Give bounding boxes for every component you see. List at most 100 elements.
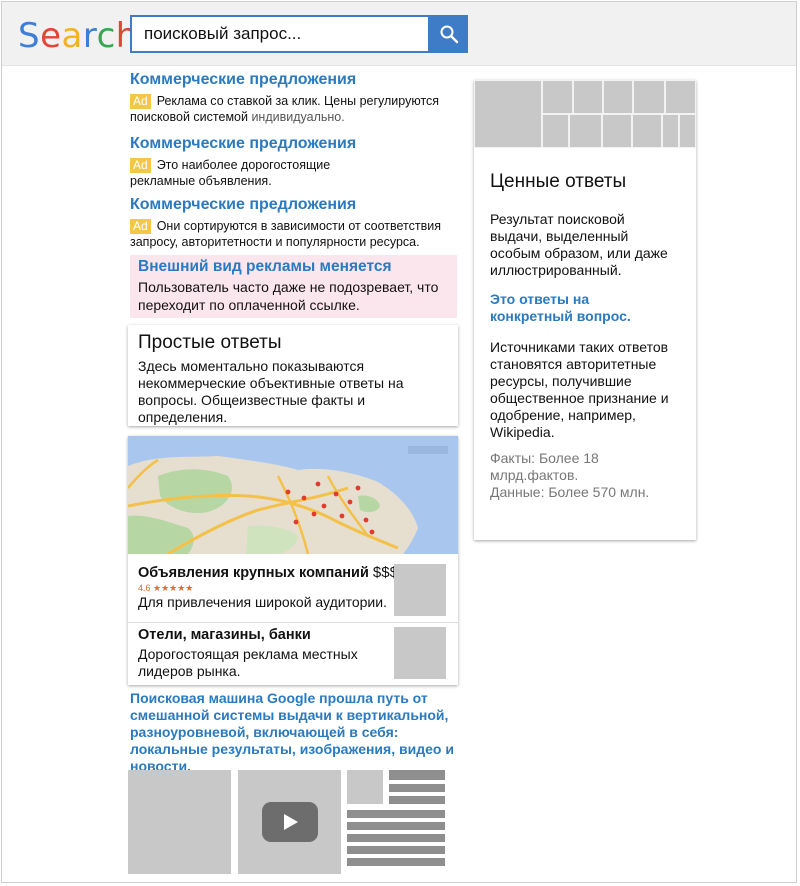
divider — [128, 622, 458, 623]
panel-image-tile — [474, 80, 542, 148]
vertical-results-caption: Поисковая машина Google прошла путь от с… — [130, 690, 460, 775]
panel-image-tile — [602, 114, 632, 148]
panel-line: Результат поисковой — [490, 211, 625, 227]
panel-line: общественное признание и — [490, 390, 669, 406]
panel-highlight: Это ответы на конкретный вопрос. — [490, 291, 690, 325]
panel-image-tile — [542, 80, 573, 114]
panel-line: особым образом, или даже — [490, 245, 668, 261]
panel-line: ресурсы, получившие — [490, 373, 632, 389]
ad-result: Коммерческие предложения Ad Это наиболее … — [130, 134, 460, 189]
news-line — [347, 858, 445, 866]
caption-line: Поисковая машина Google прошла путь от — [130, 690, 428, 706]
ad-badge: Ad — [130, 94, 151, 109]
panel-line: становятся авторитетные — [490, 356, 657, 372]
business-name: Объявления крупных компаний — [138, 565, 369, 581]
news-line — [347, 834, 445, 842]
panel-line: конкретный вопрос. — [490, 308, 631, 324]
local-results-card: Объявления крупных компаний $$$ 4.6 ★★★★… — [128, 436, 458, 685]
search-header: Search поисковый запрос... — [2, 2, 796, 66]
panel-image-tile — [542, 114, 569, 148]
panel-line: Wikipedia. — [490, 424, 555, 440]
ad-text: индивидуально. — [247, 110, 345, 124]
card-title: Простые ответы — [138, 332, 282, 353]
knowledge-panel: Ценные ответы Результат поисковой выдачи… — [474, 80, 696, 540]
panel-image-tile — [569, 114, 602, 148]
search-button[interactable] — [430, 15, 468, 53]
search-input[interactable]: поисковый запрос... — [130, 15, 430, 53]
panel-line: Источниками таких ответов — [490, 339, 669, 355]
ad-description: Ad Это наиболее дорогостоящие рекламные о… — [130, 157, 460, 189]
ad-text: поисковой системой — [130, 110, 248, 124]
news-line — [389, 796, 445, 804]
ad-title-link[interactable]: Коммерческие предложения — [130, 195, 460, 215]
caption-line: смешанной системы выдачи к вертикальной, — [130, 707, 449, 723]
ad-badge: Ad — [130, 158, 151, 173]
panel-line: выдачи, выделенный — [490, 228, 629, 244]
ad-text: Это наиболее дорогостоящие — [156, 158, 331, 172]
video-placeholder[interactable] — [238, 770, 341, 874]
news-placeholder[interactable] — [347, 770, 445, 874]
news-line — [389, 770, 445, 780]
panel-line: одобрение, например, — [490, 407, 636, 423]
ad-text: Они сортируются в зависимости от соответ… — [156, 219, 441, 233]
logo-letter: r — [82, 16, 97, 56]
ad-description: Ad Они сортируются в зависимости от соотв… — [130, 218, 460, 250]
news-line — [347, 822, 445, 830]
ad-description: Ad Реклама со ставкой за клик. Цены регул… — [130, 93, 460, 125]
play-icon — [262, 802, 318, 842]
panel-line: иллюстрированный. — [490, 262, 622, 278]
panel-title: Ценные ответы — [490, 171, 627, 192]
ad-result: Коммерческие предложения Ad Они сортируют… — [130, 195, 460, 250]
ad-text: Реклама со ставкой за клик. Цены регулир… — [156, 94, 440, 108]
panel-description: Результат поисковой выдачи, выделенный о… — [490, 211, 690, 279]
panel-sources-text: Источниками таких ответов становятся авт… — [490, 339, 690, 441]
card-line: определения. — [138, 409, 228, 425]
note-text: Пользователь часто даже не подозревает, … — [138, 278, 449, 314]
panel-image-tile — [679, 114, 696, 148]
note-line: переходит по оплаченной ссылке. — [138, 297, 360, 313]
logo-letter: S — [18, 16, 41, 56]
panel-image-tile — [633, 80, 665, 114]
news-line — [389, 784, 445, 792]
panel-image-tile — [573, 80, 603, 114]
news-line — [347, 810, 445, 818]
note-line: Пользователь часто даже не подозревает, … — [138, 279, 439, 295]
note-title-link[interactable]: Внешний вид рекламы меняется — [138, 257, 449, 276]
business-line: Дорогостоящая реклама местных — [138, 646, 358, 662]
panel-image-tile — [632, 114, 662, 148]
business-thumbnail — [394, 564, 446, 616]
simple-answers-card: Простые ответы Здесь моментально показыв… — [128, 325, 458, 426]
panel-image-grid[interactable] — [474, 80, 696, 148]
caption-line: разноуровневой, включающей в себя: — [130, 724, 399, 740]
caption-line: локальные результаты, изображения, видео… — [130, 741, 454, 757]
panel-image-tile — [662, 114, 679, 148]
card-text: Здесь моментально показываются некоммерч… — [138, 358, 448, 426]
business-thumbnail — [394, 627, 446, 679]
search-logo[interactable]: Search — [18, 16, 138, 56]
map-image[interactable] — [128, 436, 458, 554]
news-thumbnail — [347, 770, 383, 804]
card-line: Здесь моментально показываются — [138, 358, 365, 374]
panel-image-tile — [603, 80, 633, 114]
card-line: некоммерческие объективные ответы на — [138, 375, 404, 391]
page-frame: Search поисковый запрос... Коммерческие … — [1, 1, 797, 883]
news-line — [347, 846, 445, 854]
ad-text: рекламные объявления. — [130, 174, 272, 188]
panel-line: млрд.фактов. — [490, 467, 579, 483]
business-line: лидеров рынка. — [138, 663, 241, 679]
ad-title-link[interactable]: Коммерческие предложения — [130, 134, 460, 154]
card-line: вопросы. Общеизвестные факты и — [138, 392, 366, 408]
ad-result: Коммерческие предложения Ad Реклама со ст… — [130, 70, 460, 125]
image-placeholder[interactable] — [128, 770, 231, 874]
ad-appearance-note: Внешний вид рекламы меняется Пользовател… — [130, 255, 457, 318]
ad-title-link[interactable]: Коммерческие предложения — [130, 70, 460, 90]
panel-line: Это ответы на — [490, 291, 590, 307]
logo-letter: c — [96, 16, 116, 56]
ad-text: запросу, авторитетности и популярности р… — [130, 235, 420, 249]
panel-line: Факты: Более 18 — [490, 450, 599, 466]
panel-facts: Факты: Более 18 млрд.фактов. Данные: Бол… — [490, 450, 690, 501]
panel-line: Данные: Более 570 млн. — [490, 484, 650, 500]
panel-image-tile — [665, 80, 696, 114]
ad-badge: Ad — [130, 219, 151, 234]
logo-letter: a — [61, 16, 83, 56]
